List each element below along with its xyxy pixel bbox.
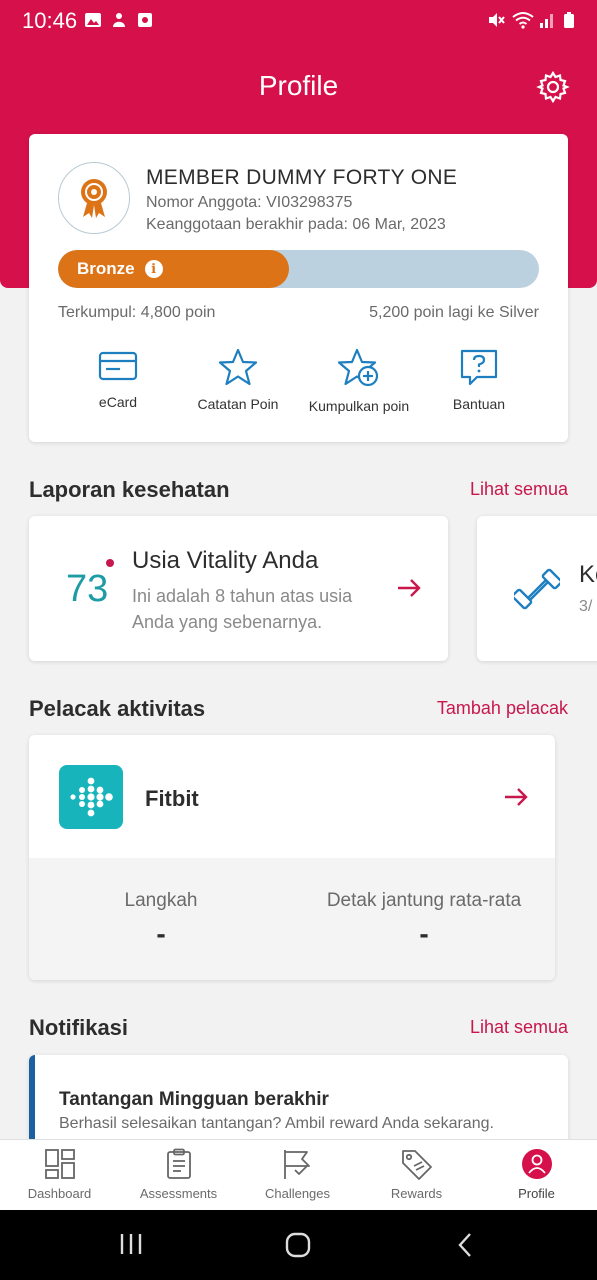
fitness-report-sub: 3/ (579, 598, 593, 615)
star-icon (218, 348, 258, 386)
back-icon[interactable] (456, 1232, 474, 1258)
status-bar: 10:46 (0, 0, 597, 44)
fitness-report-card[interactable]: Ke 3/ (477, 516, 597, 661)
fitbit-tracker-row[interactable]: Fitbit (29, 735, 555, 858)
heart-rate-label: Detak jantung rata-rata (326, 890, 522, 911)
battery-icon (564, 12, 574, 28)
tab-profile[interactable]: Profile (477, 1148, 596, 1201)
camera-notification-icon (138, 13, 152, 27)
gallery-icon (85, 13, 101, 27)
fitbit-logo-icon (59, 765, 123, 829)
info-icon[interactable]: i (144, 260, 163, 278)
tab-label: Rewards (390, 1186, 443, 1201)
arrow-right-icon[interactable] (503, 787, 529, 807)
action-help[interactable]: Bantuan (419, 348, 539, 412)
health-see-all-link[interactable]: Lihat semua (470, 479, 568, 500)
tier-progress-bar: Bronze i (58, 250, 539, 288)
tier-label: Bronze (77, 259, 135, 278)
flag-icon (283, 1150, 310, 1179)
tracker-device-name: Fitbit (145, 786, 199, 811)
action-label: Catatan Poin (197, 396, 279, 412)
notifications-see-all-link[interactable]: Lihat semua (470, 1017, 568, 1038)
tab-label: Assessments (139, 1186, 218, 1201)
tab-assessments[interactable]: Assessments (119, 1148, 238, 1201)
notification-title: Tantangan Mingguan berakhir (59, 1089, 329, 1110)
action-label: Kumpulkan poin (308, 398, 410, 414)
points-to-next-tier: 5,200 poin lagi ke Silver (369, 304, 539, 321)
wifi-icon (512, 12, 534, 29)
system-nav-bar (0, 1210, 597, 1280)
profile-icon (521, 1149, 552, 1179)
member-name: MEMBER DUMMY FORTY ONE (146, 166, 458, 189)
notification-desc: Berhasil selesaikan tantangan? Ambil rew… (59, 1115, 494, 1132)
tab-rewards[interactable]: Rewards (357, 1148, 476, 1201)
fitbit-tracker-card: Fitbit Langkah - Detak jantung rata-rata… (29, 735, 555, 980)
action-label: Bantuan (452, 396, 506, 412)
heart-rate-value: - (419, 918, 429, 949)
status-dot (106, 559, 114, 567)
tier-badge (58, 162, 130, 234)
tab-label: Challenges (264, 1186, 331, 1201)
activity-tracker-heading: Pelacak aktivitas (29, 696, 206, 721)
health-report-heading: Laporan kesehatan (29, 477, 230, 502)
membership-expiry: Keanggotaan berakhir pada: 06 Mar, 2023 (146, 216, 446, 233)
steps-stat: Langkah - (101, 890, 221, 950)
dumbbell-icon (514, 568, 560, 610)
vitality-age-score: 73 (66, 568, 109, 610)
dashboard-icon (44, 1149, 75, 1179)
home-icon[interactable] (285, 1232, 311, 1258)
fitness-report-title: Ke (579, 561, 597, 588)
status-time: 10:46 (22, 8, 78, 33)
arrow-right-icon[interactable] (396, 578, 422, 598)
star-plus-icon (338, 348, 379, 387)
add-tracker-link[interactable]: Tambah pelacak (437, 698, 568, 719)
signal-icon (540, 14, 553, 28)
tag-icon (401, 1150, 432, 1180)
page-title: Profile (258, 70, 339, 101)
gear-icon[interactable] (536, 70, 570, 104)
mute-icon (489, 13, 505, 27)
vitality-age-card[interactable]: 73 Usia Vitality Anda Ini adalah 8 tahun… (29, 516, 448, 661)
member-number: Nomor Anggota: VI03298375 (146, 194, 353, 211)
membership-card: MEMBER DUMMY FORTY ONE Nomor Anggota: VI… (29, 134, 568, 442)
tab-label: Profile (518, 1186, 555, 1201)
action-points-history[interactable]: Catatan Poin (178, 348, 298, 412)
points-collected: Terkumpul: 4,800 poin (58, 304, 216, 321)
action-earn-points[interactable]: Kumpulkan poin (299, 348, 419, 414)
action-ecard[interactable]: eCard (58, 348, 178, 410)
ecard-icon (98, 351, 138, 381)
tab-challenges[interactable]: Challenges (238, 1148, 357, 1201)
steps-label: Langkah (124, 890, 198, 911)
vitality-age-desc: Ini adalah 8 tahun atas usia Anda yang s… (132, 586, 353, 632)
help-icon (460, 349, 498, 386)
vitality-age-title: Usia Vitality Anda (132, 547, 319, 574)
steps-value: - (156, 918, 166, 949)
tracker-stats: Langkah - Detak jantung rata-rata - (29, 858, 555, 980)
heart-rate-stat: Detak jantung rata-rata - (311, 890, 537, 950)
award-icon (81, 179, 107, 218)
clipboard-icon (166, 1148, 191, 1179)
tier-progress-fill: Bronze i (58, 250, 289, 288)
bottom-tab-bar: Dashboard Assessments Challenges Rewards… (0, 1139, 597, 1210)
action-label: eCard (98, 394, 138, 410)
app-notification-icon (113, 13, 125, 27)
recent-apps-icon[interactable] (119, 1232, 143, 1256)
tab-dashboard[interactable]: Dashboard (0, 1148, 119, 1201)
notifications-heading: Notifikasi (29, 1015, 129, 1040)
tab-label: Dashboard (27, 1186, 92, 1201)
